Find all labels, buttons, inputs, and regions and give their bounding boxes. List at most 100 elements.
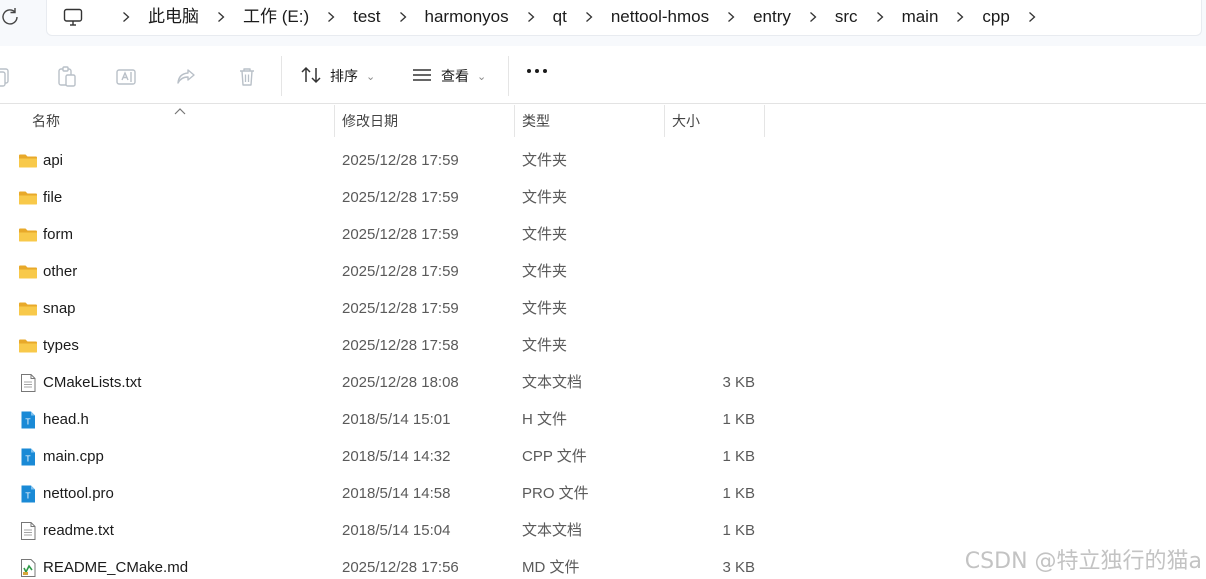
file-name: readme.txt [43, 522, 114, 539]
markdown-file-icon [18, 558, 38, 578]
column-header-size[interactable]: 大小 [665, 105, 764, 137]
file-name: main.cpp [43, 448, 104, 465]
file-type: 文件夹 [522, 337, 568, 354]
file-type: CPP 文件 [522, 448, 587, 465]
chevron-right-icon[interactable] [576, 11, 602, 23]
folder-icon [18, 188, 38, 208]
refresh-icon[interactable] [0, 6, 22, 28]
file-name: file [43, 189, 63, 206]
file-size: 3 KB [722, 374, 755, 391]
file-name: other [43, 263, 78, 280]
file-name: README_CMake.md [43, 559, 189, 576]
svg-text:T: T [25, 455, 31, 464]
file-row[interactable]: api 2025/12/28 17:59 文件夹 [0, 142, 1206, 179]
code-file-icon: T [18, 447, 38, 467]
file-date: 2025/12/28 17:59 [342, 263, 459, 280]
file-row[interactable]: Thead.h 2018/5/14 15:01 H 文件 1 KB [0, 401, 1206, 438]
breadcrumb-item[interactable]: main [902, 0, 939, 34]
file-explorer-window: 此电脑 工作 (E:) test harmonyos qt nettool-hmos ent… [0, 0, 1206, 579]
file-date: 2018/5/14 14:58 [342, 485, 451, 502]
chevron-right-icon[interactable] [867, 11, 893, 23]
file-name: types [43, 337, 79, 354]
folder-icon [18, 299, 38, 319]
file-type: 文件夹 [522, 189, 568, 206]
delete-icon[interactable] [235, 65, 259, 89]
chevron-right-icon[interactable] [800, 11, 826, 23]
chevron-right-icon[interactable] [318, 11, 344, 23]
sort-button[interactable]: 排序 ⌄ [300, 61, 375, 91]
file-date: 2025/12/28 17:59 [342, 226, 459, 243]
file-type: 文本文档 [522, 522, 583, 539]
view-list-icon [411, 66, 433, 87]
file-name: form [43, 226, 73, 243]
rename-icon[interactable] [114, 65, 138, 89]
breadcrumb-item[interactable]: 工作 (E:) [243, 0, 309, 34]
watermark: CSDN @特立独行的猫a [964, 549, 1202, 574]
file-name: snap [43, 300, 76, 317]
computer-icon[interactable] [62, 6, 84, 28]
breadcrumb-item[interactable]: entry [753, 0, 791, 34]
breadcrumb-item[interactable]: cpp [982, 0, 1009, 34]
file-type: 文件夹 [522, 300, 568, 317]
file-date: 2025/12/28 17:56 [342, 559, 459, 576]
svg-text:T: T [25, 492, 31, 501]
file-date: 2025/12/28 17:59 [342, 189, 459, 206]
sort-ascending-icon [174, 108, 186, 115]
file-row[interactable]: form 2025/12/28 17:59 文件夹 [0, 216, 1206, 253]
view-button[interactable]: 查看 ⌄ [411, 61, 486, 91]
file-row[interactable]: other 2025/12/28 17:59 文件夹 [0, 253, 1206, 290]
breadcrumb: 此电脑 工作 (E:) test harmonyos qt nettool-hmos ent… [62, 0, 1054, 34]
text-file-icon [18, 373, 38, 393]
address-bar-strip: 此电脑 工作 (E:) test harmonyos qt nettool-hmos ent… [0, 0, 1206, 46]
column-header-type[interactable]: 类型 [515, 105, 664, 137]
file-row[interactable]: Tmain.cpp 2018/5/14 14:32 CPP 文件 1 KB [0, 438, 1206, 475]
folder-icon [18, 262, 38, 282]
more-options-icon[interactable] [527, 69, 547, 73]
column-divider[interactable] [764, 105, 765, 137]
chevron-right-icon[interactable] [1019, 11, 1045, 23]
text-file-icon [18, 521, 38, 541]
chevron-down-icon: ⌄ [366, 70, 376, 83]
file-date: 2018/5/14 15:04 [342, 522, 451, 539]
breadcrumb-item[interactable]: 此电脑 [148, 0, 199, 34]
chevron-right-icon[interactable] [208, 11, 234, 23]
column-header: 名称 修改日期 类型 大小 [0, 105, 1206, 137]
breadcrumb-item[interactable]: src [835, 0, 858, 34]
file-date: 2018/5/14 14:32 [342, 448, 451, 465]
share-icon[interactable] [174, 65, 198, 89]
breadcrumb-item[interactable]: harmonyos [425, 0, 509, 34]
copy-icon[interactable] [0, 65, 14, 89]
chevron-right-icon[interactable] [518, 11, 544, 23]
file-row[interactable]: types 2025/12/28 17:58 文件夹 [0, 327, 1206, 364]
breadcrumb-item[interactable]: qt [553, 0, 567, 34]
file-type: MD 文件 [522, 559, 580, 576]
file-date: 2025/12/28 18:08 [342, 374, 459, 391]
breadcrumb-item[interactable]: test [353, 0, 380, 34]
file-row[interactable]: CMakeLists.txt 2025/12/28 18:08 文本文档 3 KB [0, 364, 1206, 401]
code-file-icon: T [18, 410, 38, 430]
file-size: 1 KB [722, 485, 755, 502]
breadcrumb-item[interactable]: nettool-hmos [611, 0, 709, 34]
file-list: api 2025/12/28 17:59 文件夹 file 2025/12/28 17:… [0, 142, 1206, 579]
file-type: 文件夹 [522, 263, 568, 280]
chevron-right-icon[interactable] [113, 11, 139, 23]
file-type: H 文件 [522, 411, 568, 428]
folder-icon [18, 225, 38, 245]
file-name: CMakeLists.txt [43, 374, 142, 391]
toolbar-divider [281, 56, 282, 96]
file-row[interactable]: file 2025/12/28 17:59 文件夹 [0, 179, 1206, 216]
chevron-right-icon[interactable] [390, 11, 416, 23]
view-label: 查看 [441, 68, 469, 84]
file-row[interactable]: Tnettool.pro 2018/5/14 14:58 PRO 文件 1 KB [0, 475, 1206, 512]
chevron-right-icon[interactable] [947, 11, 973, 23]
file-row[interactable]: snap 2025/12/28 17:59 文件夹 [0, 290, 1206, 327]
chevron-right-icon[interactable] [718, 11, 744, 23]
file-name: api [43, 152, 64, 169]
file-name: head.h [43, 411, 89, 428]
file-type: PRO 文件 [522, 485, 589, 502]
file-size: 1 KB [722, 411, 755, 428]
column-header-date[interactable]: 修改日期 [335, 105, 514, 137]
file-size: 1 KB [722, 522, 755, 539]
file-type: 文本文档 [522, 374, 583, 391]
paste-icon[interactable] [55, 65, 79, 89]
